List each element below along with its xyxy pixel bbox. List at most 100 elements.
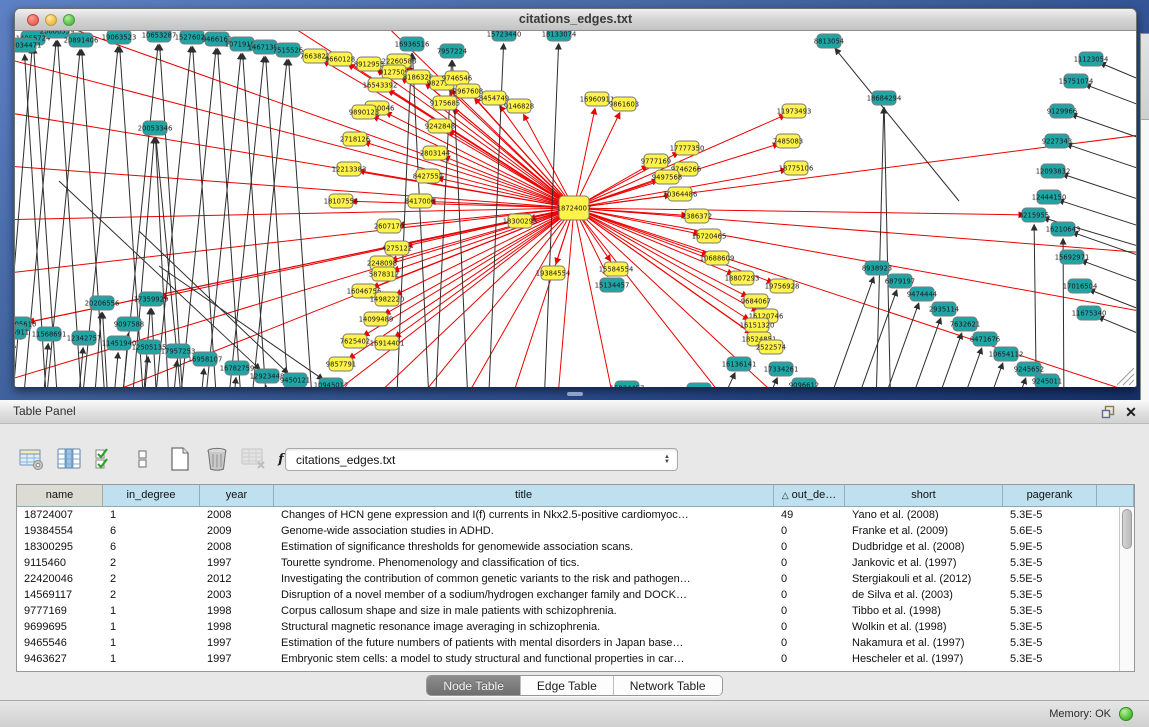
cell-in-degree[interactable]: 2 bbox=[103, 555, 200, 571]
cell-title[interactable]: Embryonic stem cells: a model to study s… bbox=[274, 651, 774, 667]
table-row[interactable]: 969969511998Structural magnetic resonanc… bbox=[17, 619, 1119, 635]
cell-in-degree[interactable]: 2 bbox=[103, 587, 200, 603]
select-all-icon[interactable] bbox=[92, 446, 120, 472]
cell-out-de-[interactable]: 0 bbox=[774, 619, 845, 635]
cell-short[interactable]: Hescheler et al. (1997) bbox=[845, 651, 1003, 667]
cell-name[interactable]: 9699695 bbox=[17, 619, 103, 635]
table-row[interactable]: 1830029562008Estimation of significance … bbox=[17, 539, 1119, 555]
cell-in-degree[interactable]: 6 bbox=[103, 523, 200, 539]
minimize-window-button[interactable] bbox=[45, 14, 57, 26]
cell-pagerank[interactable]: 5.3E-5 bbox=[1003, 603, 1097, 619]
cell-out-de-[interactable]: 0 bbox=[774, 635, 845, 651]
cell-pagerank[interactable]: 5.3E-5 bbox=[1003, 555, 1097, 571]
cell-year[interactable]: 2008 bbox=[200, 539, 274, 555]
network-window[interactable]: citations_edges.txt 14055724206005592089… bbox=[14, 8, 1137, 387]
table-row[interactable]: 911546021997Tourette syndrome. Phenomeno… bbox=[17, 555, 1119, 571]
cell-title[interactable]: Disruption of a novel member of a sodium… bbox=[274, 587, 774, 603]
vertical-scrollbar[interactable] bbox=[1119, 507, 1134, 671]
cell-in-degree[interactable]: 1 bbox=[103, 507, 200, 523]
column-header-in-degree[interactable]: in_degree bbox=[103, 485, 200, 506]
column-header-short[interactable]: short bbox=[845, 485, 1003, 506]
table-settings-icon[interactable] bbox=[18, 446, 46, 472]
select-columns-icon[interactable] bbox=[55, 446, 83, 472]
cell-out-de-[interactable]: 49 bbox=[774, 507, 845, 523]
cell-short[interactable]: Yano et al. (2008) bbox=[845, 507, 1003, 523]
cell-year[interactable]: 1997 bbox=[200, 651, 274, 667]
tab-node-table[interactable]: Node Table bbox=[427, 676, 521, 695]
cell-pagerank[interactable]: 5.3E-5 bbox=[1003, 619, 1097, 635]
column-header-out-de-[interactable]: △out_de… bbox=[774, 485, 845, 506]
cell-year[interactable]: 2009 bbox=[200, 523, 274, 539]
table-row[interactable]: 946554611997Estimation of the future num… bbox=[17, 635, 1119, 651]
cell-year[interactable]: 2008 bbox=[200, 507, 274, 523]
row-filter-icon[interactable] bbox=[129, 446, 157, 472]
scrollbar-thumb[interactable] bbox=[1122, 509, 1132, 549]
cell-in-degree[interactable]: 1 bbox=[103, 651, 200, 667]
cell-short[interactable]: Wolkin et al. (1998) bbox=[845, 619, 1003, 635]
citation-network-graph[interactable]: 1405572420600559208914061906352310653287… bbox=[15, 31, 1136, 387]
cell-out-de-[interactable]: 0 bbox=[774, 555, 845, 571]
table-row[interactable]: 1872400712008Changes of HCN gene express… bbox=[17, 507, 1119, 523]
cell-pagerank[interactable]: 5.5E-5 bbox=[1003, 571, 1097, 587]
cell-pagerank[interactable]: 5.3E-5 bbox=[1003, 587, 1097, 603]
cell-year[interactable]: 1998 bbox=[200, 619, 274, 635]
cell-name[interactable]: 9115460 bbox=[17, 555, 103, 571]
cell-short[interactable]: Franke et al. (2009) bbox=[845, 523, 1003, 539]
cell-title[interactable]: Structural magnetic resonance image aver… bbox=[274, 619, 774, 635]
table-row[interactable]: 977716911998Corpus callosum shape and si… bbox=[17, 603, 1119, 619]
panel-splitter-handle[interactable] bbox=[567, 392, 583, 396]
close-icon[interactable]: ✕ bbox=[1123, 404, 1139, 420]
cell-short[interactable]: Stergiakouli et al. (2012) bbox=[845, 571, 1003, 587]
close-window-button[interactable] bbox=[27, 14, 39, 26]
resize-grip-icon[interactable] bbox=[1129, 380, 1134, 385]
cell-short[interactable]: Nakamura et al. (1997) bbox=[845, 635, 1003, 651]
cell-title[interactable]: Investigating the contribution of common… bbox=[274, 571, 774, 587]
cell-pagerank[interactable]: 5.3E-5 bbox=[1003, 507, 1097, 523]
cell-in-degree[interactable]: 6 bbox=[103, 539, 200, 555]
network-canvas[interactable]: 1405572420600559208914061906352310653287… bbox=[15, 31, 1136, 387]
cell-short[interactable]: Tibbo et al. (1998) bbox=[845, 603, 1003, 619]
cell-year[interactable]: 1997 bbox=[200, 555, 274, 571]
cell-year[interactable]: 2003 bbox=[200, 587, 274, 603]
float-window-icon[interactable] bbox=[1100, 404, 1116, 420]
cell-pagerank[interactable]: 5.9E-5 bbox=[1003, 539, 1097, 555]
cell-name[interactable]: 19384554 bbox=[17, 523, 103, 539]
column-header-name[interactable]: name bbox=[17, 485, 103, 506]
cell-title[interactable]: Estimation of the future numbers of pati… bbox=[274, 635, 774, 651]
cell-year[interactable]: 1997 bbox=[200, 635, 274, 651]
network-window-titlebar[interactable]: citations_edges.txt bbox=[15, 9, 1136, 31]
cell-pagerank[interactable]: 5.6E-5 bbox=[1003, 523, 1097, 539]
cell-pagerank[interactable]: 5.3E-5 bbox=[1003, 651, 1097, 667]
column-header-year[interactable]: year bbox=[200, 485, 274, 506]
cell-name[interactable]: 18724007 bbox=[17, 507, 103, 523]
cell-out-de-[interactable]: 0 bbox=[774, 651, 845, 667]
resize-grip-icon[interactable] bbox=[1123, 374, 1134, 385]
delete-icon[interactable] bbox=[203, 446, 231, 472]
tab-network-table[interactable]: Network Table bbox=[614, 676, 722, 695]
cell-out-de-[interactable]: 0 bbox=[774, 523, 845, 539]
cell-title[interactable]: Changes of HCN gene expression and I(f) … bbox=[274, 507, 774, 523]
cell-short[interactable]: Jankovic et al. (1997) bbox=[845, 555, 1003, 571]
table-row[interactable]: 1456911722003Disruption of a novel membe… bbox=[17, 587, 1119, 603]
cell-short[interactable]: de Silva et al. (2003) bbox=[845, 587, 1003, 603]
tab-edge-table[interactable]: Edge Table bbox=[521, 676, 614, 695]
table-row[interactable]: 946362711997Embryonic stem cells: a mode… bbox=[17, 651, 1119, 667]
cell-name[interactable]: 14569117 bbox=[17, 587, 103, 603]
cell-out-de-[interactable]: 0 bbox=[774, 603, 845, 619]
table-row[interactable]: 1938455462009Genome-wide association stu… bbox=[17, 523, 1119, 539]
cell-name[interactable]: 9777169 bbox=[17, 603, 103, 619]
cell-in-degree[interactable]: 1 bbox=[103, 619, 200, 635]
cell-in-degree[interactable]: 2 bbox=[103, 571, 200, 587]
cell-in-degree[interactable]: 1 bbox=[103, 603, 200, 619]
table-row[interactable]: 2242004622012Investigating the contribut… bbox=[17, 571, 1119, 587]
cell-short[interactable]: Dudbridge et al. (2008) bbox=[845, 539, 1003, 555]
cell-name[interactable]: 22420046 bbox=[17, 571, 103, 587]
cell-title[interactable]: Genome-wide association studies in ADHD. bbox=[274, 523, 774, 539]
cell-in-degree[interactable]: 1 bbox=[103, 635, 200, 651]
cell-out-de-[interactable]: 0 bbox=[774, 571, 845, 587]
cell-title[interactable]: Estimation of significance thresholds fo… bbox=[274, 539, 774, 555]
column-header-title[interactable]: title bbox=[274, 485, 774, 506]
zoom-window-button[interactable] bbox=[63, 14, 75, 26]
cell-name[interactable]: 9465546 bbox=[17, 635, 103, 651]
cell-out-de-[interactable]: 0 bbox=[774, 539, 845, 555]
